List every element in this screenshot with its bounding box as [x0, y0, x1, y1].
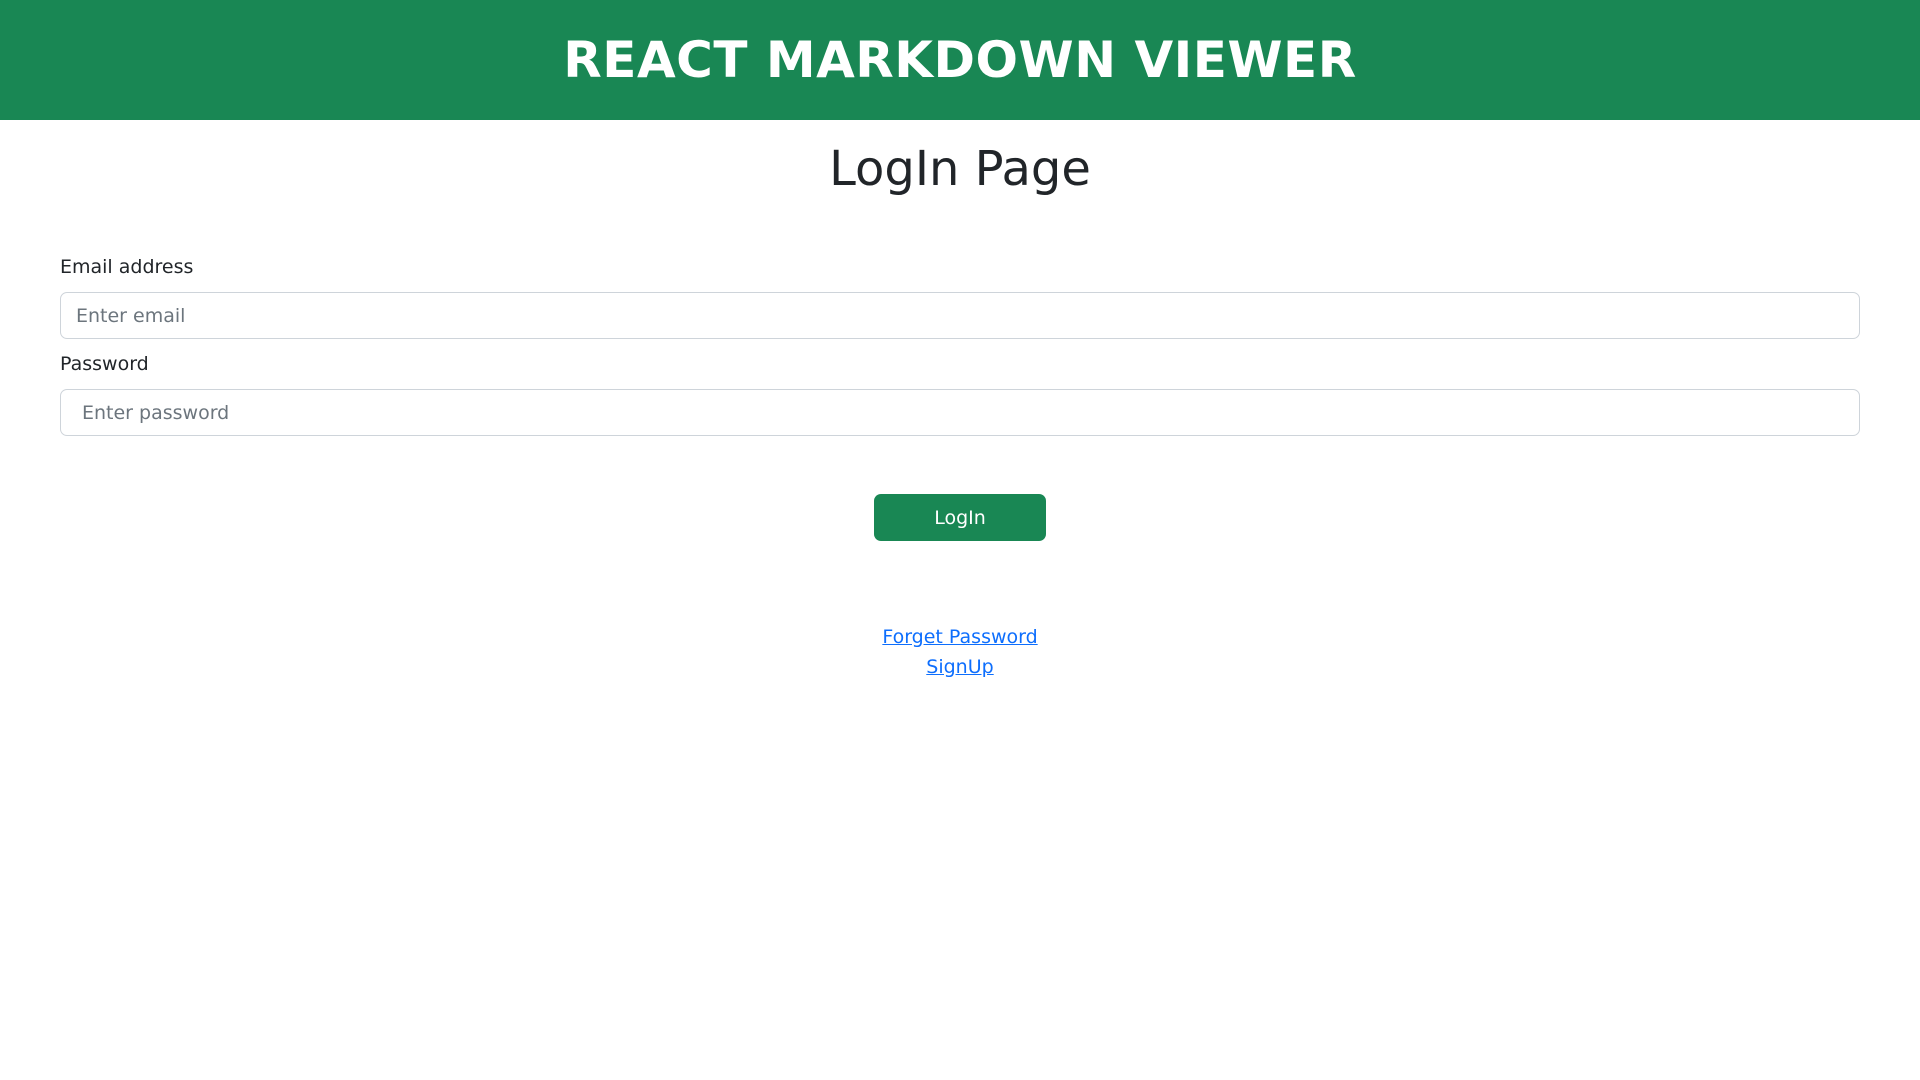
page-title: LogIn Page: [829, 141, 1091, 197]
login-form: Email address Password: [60, 255, 1860, 449]
login-button[interactable]: LogIn: [874, 494, 1046, 541]
top-navbar: REACT MARKDOWN VIEWER: [0, 0, 1920, 120]
signup-link[interactable]: SignUp: [0, 652, 1920, 682]
password-field-group: Password: [60, 352, 1860, 436]
login-button-row: LogIn: [0, 494, 1920, 541]
email-label: Email address: [60, 256, 194, 278]
auth-links: Forget Password SignUp: [0, 622, 1920, 682]
forgot-password-link[interactable]: Forget Password: [0, 622, 1920, 652]
email-input[interactable]: [60, 292, 1860, 339]
email-field-group: Email address: [60, 255, 1860, 339]
password-label: Password: [60, 353, 149, 375]
app-title: REACT MARKDOWN VIEWER: [563, 31, 1357, 89]
password-input[interactable]: [60, 389, 1860, 436]
